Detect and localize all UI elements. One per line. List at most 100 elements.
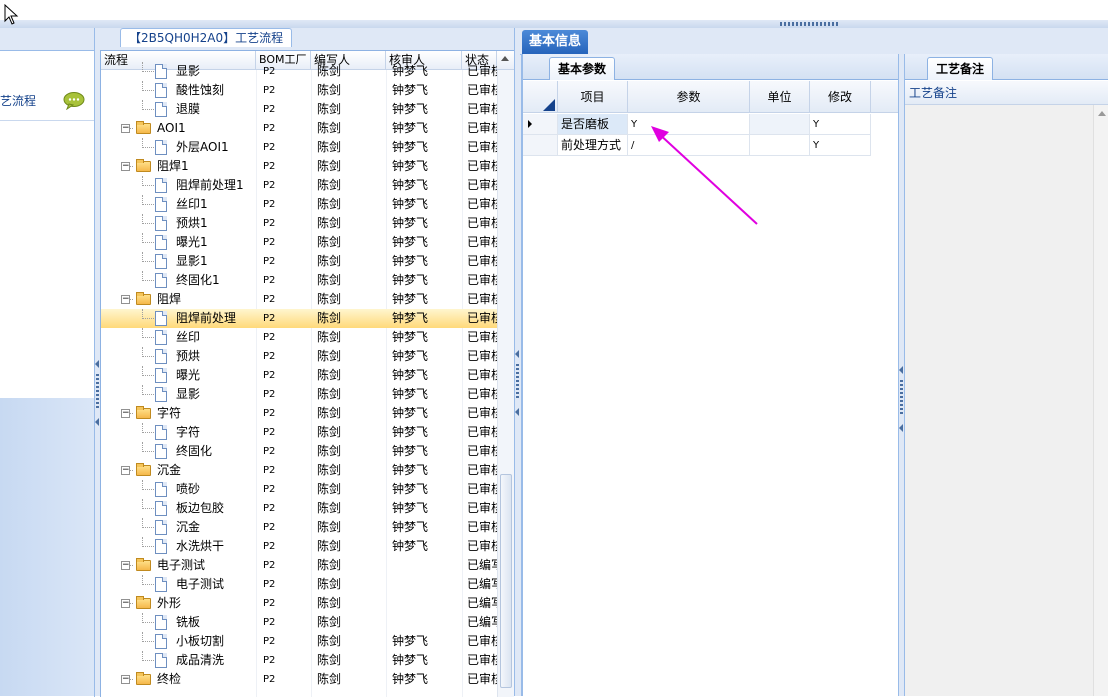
cell-status[interactable]: 已审核 <box>467 290 497 309</box>
collapse-toggle-icon[interactable]: − <box>121 162 130 171</box>
cell-bom[interactable]: P2 <box>263 233 275 252</box>
tree-node-label[interactable]: 显影 <box>176 62 200 81</box>
collapse-right-icon[interactable] <box>899 366 903 374</box>
cell-writer[interactable]: 陈剑 <box>317 62 341 81</box>
cell-status[interactable]: 已审核 <box>467 119 497 138</box>
scroll-up-icon[interactable] <box>1098 111 1106 116</box>
cell-bom[interactable]: P2 <box>263 157 275 176</box>
tree-folder-row[interactable]: − 字符 P2 陈剑 钟梦飞 已审核 <box>101 404 497 423</box>
tree-folder-row[interactable]: − AOI1 P2 陈剑 钟梦飞 已审核 <box>101 119 497 138</box>
cell-writer[interactable]: 陈剑 <box>317 290 341 309</box>
tree-step-row[interactable]: 终固化 P2 陈剑 钟梦飞 已审核 <box>101 442 497 461</box>
cell-status[interactable]: 已审核 <box>467 480 497 499</box>
collapse-toggle-icon[interactable]: − <box>121 599 130 608</box>
tree-node-label[interactable]: 字符 <box>157 404 181 423</box>
cell-status[interactable]: 已审核 <box>467 632 497 651</box>
cell-writer[interactable]: 陈剑 <box>317 670 341 689</box>
cell-status[interactable]: 已审核 <box>467 62 497 81</box>
collapse-toggle-icon[interactable]: − <box>121 675 130 684</box>
tree-step-row[interactable]: 酸性蚀刻 P2 陈剑 钟梦飞 已审核 <box>101 81 497 100</box>
collapse-middle-icon[interactable] <box>515 350 519 358</box>
tree-node-label[interactable]: 曝光 <box>176 366 200 385</box>
tree-node-label[interactable]: 沉金 <box>176 518 200 537</box>
cell-status[interactable]: 已审核 <box>467 670 497 689</box>
tree-node-label[interactable]: 预烘1 <box>176 214 208 233</box>
collapse-toggle-icon[interactable]: − <box>121 409 130 418</box>
splitter-grip-middle[interactable] <box>516 364 519 400</box>
cell-status[interactable]: 已审核 <box>467 518 497 537</box>
cell-bom[interactable]: P2 <box>263 651 275 670</box>
col-header-param[interactable]: 参数 <box>628 81 750 113</box>
cell-bom[interactable]: P2 <box>263 347 275 366</box>
tree-step-row[interactable]: 外层AOI1 P2 陈剑 钟梦飞 已审核 <box>101 138 497 157</box>
tree-node-label[interactable]: 成品清洗 <box>176 651 224 670</box>
cell-bom[interactable]: P2 <box>263 423 275 442</box>
cell-writer[interactable]: 陈剑 <box>317 195 341 214</box>
cell-status[interactable]: 已审核 <box>467 195 497 214</box>
col-header-notes[interactable]: 工艺备注 <box>905 81 1108 105</box>
cell-writer[interactable]: 陈剑 <box>317 594 341 613</box>
splitter-grip-right[interactable] <box>900 380 903 416</box>
cell-status[interactable]: 已审核 <box>467 537 497 556</box>
cell-writer[interactable]: 陈剑 <box>317 328 341 347</box>
cell-writer[interactable]: 陈剑 <box>317 651 341 670</box>
tree-node-label[interactable]: 预烘 <box>176 347 200 366</box>
cell-status[interactable]: 已编写 <box>467 594 497 613</box>
tree-step-row[interactable]: 成品清洗 P2 陈剑 钟梦飞 已审核 <box>101 651 497 670</box>
cell-reviewer[interactable]: 钟梦飞 <box>392 537 428 556</box>
cell-reviewer[interactable]: 钟梦飞 <box>392 252 428 271</box>
tree-step-row[interactable]: 铣板 P2 陈剑 已编写 <box>101 613 497 632</box>
tree-node-label[interactable]: 板边包胶 <box>176 499 224 518</box>
tree-node-label[interactable]: 丝印1 <box>176 195 208 214</box>
cell-reviewer[interactable]: 钟梦飞 <box>392 461 428 480</box>
cell-status[interactable]: 已审核 <box>467 404 497 423</box>
cell-status[interactable]: 已审核 <box>467 347 497 366</box>
cell-writer[interactable]: 陈剑 <box>317 518 341 537</box>
cell-status[interactable]: 已审核 <box>467 214 497 233</box>
row-indicator[interactable] <box>523 114 558 135</box>
tree-node-label[interactable]: 酸性蚀刻 <box>176 81 224 100</box>
cell-status[interactable]: 已审核 <box>467 252 497 271</box>
cell-writer[interactable]: 陈剑 <box>317 575 341 594</box>
tree-node-label[interactable]: 终检 <box>157 670 181 689</box>
cell-bom[interactable]: P2 <box>263 594 275 613</box>
cell-writer[interactable]: 陈剑 <box>317 309 341 328</box>
cell-status[interactable]: 已审核 <box>467 138 497 157</box>
cell-writer[interactable]: 陈剑 <box>317 366 341 385</box>
cell-reviewer[interactable]: 钟梦飞 <box>392 119 428 138</box>
splitter-grip[interactable] <box>780 22 840 26</box>
tree-node-label[interactable]: 小板切割 <box>176 632 224 651</box>
cell-reviewer[interactable]: 钟梦飞 <box>392 214 428 233</box>
tree-step-row[interactable]: 预烘1 P2 陈剑 钟梦飞 已审核 <box>101 214 497 233</box>
cell-bom[interactable]: P2 <box>263 290 275 309</box>
tree-folder-row[interactable]: − 阻焊1 P2 陈剑 钟梦飞 已审核 <box>101 157 497 176</box>
tab-basic-params[interactable]: 基本参数 <box>549 57 616 80</box>
cell-status[interactable]: 已审核 <box>467 366 497 385</box>
cell-reviewer[interactable]: 钟梦飞 <box>392 442 428 461</box>
notes-vertical-scrollbar[interactable] <box>1093 105 1108 696</box>
tree-node-label[interactable]: 曝光1 <box>176 233 208 252</box>
left-nav-title[interactable]: 艺流程 <box>0 92 36 109</box>
cell-bom[interactable]: P2 <box>263 309 275 328</box>
cell-reviewer[interactable]: 钟梦飞 <box>392 195 428 214</box>
cell-reviewer[interactable]: 钟梦飞 <box>392 632 428 651</box>
tab-process-flow[interactable]: 【2B5QH0H2A0】工艺流程 <box>120 28 293 47</box>
cell-writer[interactable]: 陈剑 <box>317 233 341 252</box>
cell-writer[interactable]: 陈剑 <box>317 100 341 119</box>
cell-status[interactable]: 已编写 <box>467 613 497 632</box>
cell-bom[interactable]: P2 <box>263 537 275 556</box>
cell-writer[interactable]: 陈剑 <box>317 537 341 556</box>
col-header-modify[interactable]: 修改 <box>810 81 871 113</box>
tree-step-row[interactable]: 阻焊前处理1 P2 陈剑 钟梦飞 已审核 <box>101 176 497 195</box>
cell-bom[interactable]: P2 <box>263 461 275 480</box>
collapse-middle-icon-2[interactable] <box>515 408 519 416</box>
tree-node-label[interactable]: 电子测试 <box>157 556 205 575</box>
cell-bom[interactable]: P2 <box>263 214 275 233</box>
col-header-unit[interactable]: 单位 <box>750 81 810 113</box>
cell-status[interactable]: 已审核 <box>467 271 497 290</box>
cell-writer[interactable]: 陈剑 <box>317 176 341 195</box>
cell-writer[interactable]: 陈剑 <box>317 480 341 499</box>
cell-bom[interactable]: P2 <box>263 100 275 119</box>
tree-node-label[interactable]: 终固化1 <box>176 271 220 290</box>
tree-node-label[interactable]: 外层AOI1 <box>176 138 229 157</box>
